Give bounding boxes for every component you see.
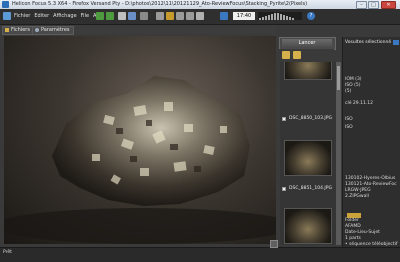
thumbnail[interactable] — [284, 140, 332, 176]
status-bar: Prêt — [0, 240, 400, 262]
property-line: clé 29.11.12 — [345, 101, 373, 106]
app-window: Helicon Focus 5.3 X64 - Firefox Versand … — [0, 0, 400, 262]
property-line: ISO (5) — [345, 83, 361, 88]
settings-icon[interactable] — [220, 12, 228, 20]
minimize-button[interactable]: – — [356, 1, 367, 9]
open-folder-icon[interactable] — [293, 51, 301, 59]
arrow-icon[interactable] — [393, 40, 399, 45]
toolbar: Fichier Editer Affichage File Aide 17:40… — [0, 9, 400, 25]
grid-icon[interactable] — [196, 12, 204, 20]
title-bar: Helicon Focus 5.3 X64 - Firefox Versand … — [0, 0, 400, 9]
thumbnail-list: DSC_8850_103.JPG DSC_8851_104.JPG — [280, 62, 336, 245]
preview-image[interactable] — [4, 36, 276, 244]
zoom-out-icon[interactable] — [156, 12, 164, 20]
tab-label: Fichiers — [11, 27, 30, 33]
menu-file[interactable]: File — [81, 13, 89, 19]
menu-affichage[interactable]: Affichage — [53, 13, 77, 19]
histogram-strip — [258, 12, 302, 20]
launch-button[interactable]: Lancer — [282, 39, 332, 47]
thumbnail[interactable] — [284, 62, 332, 80]
property-line: ISO — [345, 117, 353, 122]
properties-header: Vosultes sélectionné — [345, 40, 392, 45]
app-menu-icon[interactable] — [3, 12, 11, 20]
property-line: (5) — [345, 89, 352, 94]
resize-icon[interactable] — [270, 240, 278, 248]
forward-icon[interactable] — [106, 12, 114, 20]
add-folder-icon[interactable] — [282, 51, 290, 59]
thumbnail[interactable] — [284, 208, 332, 244]
tab-parametres[interactable]: Paramètres — [32, 26, 74, 35]
tab-bar: Fichiers Paramètres — [0, 25, 276, 35]
property-line: LRGW-JPEG — [345, 188, 371, 193]
thumbnail-caption[interactable]: DSC_8851_104.JPG — [282, 186, 332, 191]
folder-icon — [5, 28, 9, 32]
maximize-button[interactable]: □ — [368, 1, 379, 9]
property-line: Folder — [345, 218, 359, 223]
back-icon[interactable] — [96, 12, 104, 20]
checkbox[interactable] — [282, 186, 286, 191]
property-line: Date-Lieu-Sujet — [345, 230, 380, 235]
menu-fichier[interactable]: Fichier — [14, 13, 30, 19]
property-line: 2.ZIPGwall — [345, 194, 369, 199]
status-text: Prêt — [3, 250, 12, 255]
fit-icon[interactable] — [186, 12, 194, 20]
menu-editer[interactable]: Editer — [34, 13, 49, 19]
property-line: IOM (3) — [345, 77, 362, 82]
help-icon[interactable]: ? — [307, 12, 315, 20]
property-line: 1 parts — [345, 236, 361, 241]
thumbnail-caption[interactable]: DSC_8850_103.JPG — [282, 116, 332, 121]
render-icon[interactable] — [140, 12, 148, 20]
checkbox[interactable] — [282, 116, 286, 121]
window-title: Helicon Focus 5.3 X64 - Firefox Versand … — [12, 1, 308, 7]
property-line: AFAMD — [345, 224, 361, 229]
pyrite-photo — [4, 76, 276, 244]
properties-panel: Vosultes sélectionné IOM (3) ISO (5) (5)… — [342, 37, 400, 247]
tab-fichiers[interactable]: Fichiers — [2, 26, 34, 35]
folder-toolbar — [279, 49, 334, 61]
gear-icon — [35, 28, 39, 32]
property-line: ISO — [345, 125, 353, 130]
scrollbar-thumb[interactable] — [337, 66, 340, 90]
menu-bar: Fichier Editer Affichage File Aide — [14, 13, 104, 19]
zoom-value[interactable]: 17:40 — [233, 12, 255, 20]
zoom-in-icon[interactable] — [176, 12, 184, 20]
close-button[interactable]: ✕ — [381, 1, 396, 9]
tab-label: Paramètres — [41, 27, 70, 33]
thumbnail-scrollbar[interactable] — [336, 62, 341, 245]
pan-icon[interactable] — [166, 12, 174, 20]
open-folder-icon[interactable] — [118, 12, 126, 20]
property-line: 130121-Ato-ReviewFoc — [345, 182, 397, 187]
app-icon — [2, 1, 9, 8]
save-icon[interactable] — [128, 12, 136, 20]
property-line: 130102-Hyeres-Olbius — [345, 176, 396, 181]
